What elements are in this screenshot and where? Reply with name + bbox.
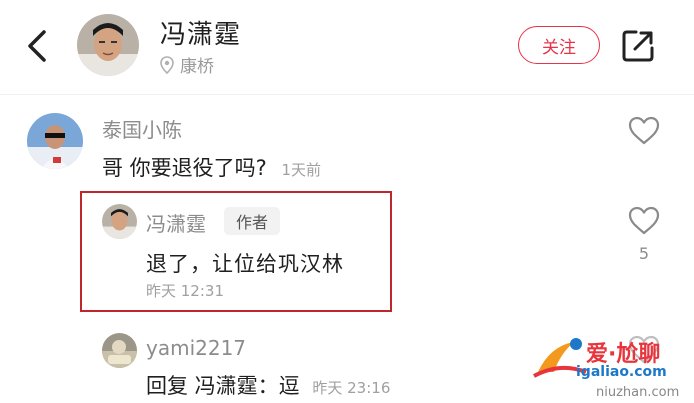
comment-time: 1天前 <box>281 161 322 179</box>
commenter-name[interactable]: 泰国小陈 <box>102 114 182 143</box>
author-reply-avatar[interactable] <box>102 204 137 239</box>
watermark: 爱·尬聊 igaliao.com niuzhan.com <box>530 332 694 403</box>
reply-text: 退了，让位给巩汉林 <box>146 252 344 276</box>
commenter-name[interactable]: yami2217 <box>146 336 246 360</box>
author-name[interactable]: 冯潇霆 <box>160 14 241 51</box>
author-avatar[interactable] <box>77 14 139 76</box>
reply-author-name[interactable]: 冯潇霆 <box>146 208 206 237</box>
like-heart-icon[interactable] <box>627 205 661 235</box>
location-text: 康桥 <box>180 57 214 77</box>
back-arrow-icon[interactable] <box>22 26 52 66</box>
commenter-avatar[interactable] <box>102 333 137 368</box>
comment-time: 昨天 23:16 <box>312 379 391 397</box>
author-badge: 作者 <box>224 207 280 235</box>
reply-comment-text: 回复 冯潇霆：逗 昨天 23:16 <box>146 370 390 400</box>
watermark-url: igaliao.com <box>576 364 667 380</box>
follow-button[interactable]: 关注 <box>518 26 600 64</box>
reply-time: 昨天 12:31 <box>146 282 224 300</box>
like-count: 5 <box>638 244 650 263</box>
watermark-url-secondary: niuzhan.com <box>596 385 680 400</box>
commenter-avatar[interactable] <box>27 113 83 169</box>
location: 康桥 <box>160 52 214 77</box>
location-pin-icon <box>160 55 174 74</box>
like-heart-icon[interactable] <box>627 115 661 145</box>
comment-body: 哥 你要退役了吗? <box>102 156 267 180</box>
comment-text: 哥 你要退役了吗? 1天前 <box>102 152 321 182</box>
share-icon[interactable] <box>620 28 656 64</box>
top-bar: 冯潇霆 康桥 关注 <box>0 0 694 95</box>
reply-prefix: 回复 冯潇霆：逗 <box>146 374 300 398</box>
